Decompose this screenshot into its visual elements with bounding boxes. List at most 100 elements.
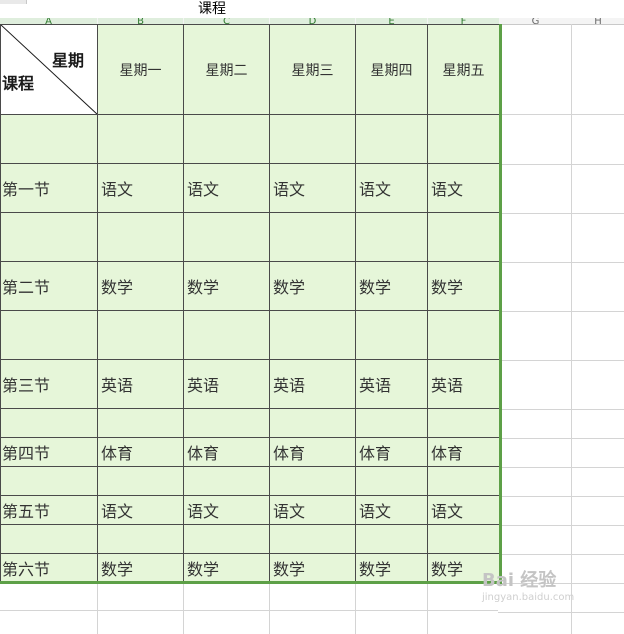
empty-cell[interactable]	[0, 524, 98, 554]
subject-cell[interactable]: 语文	[183, 163, 270, 213]
subject-cell[interactable]: 数学	[183, 261, 270, 311]
empty-cell[interactable]	[355, 310, 428, 360]
empty-cell[interactable]	[427, 212, 501, 262]
day-header-wed[interactable]: 星期三	[269, 24, 356, 115]
subject-cell[interactable]: 体育	[427, 437, 501, 467]
lesson-label[interactable]: 第四节	[0, 437, 98, 467]
empty-cell[interactable]	[97, 524, 184, 554]
spacer-row	[0, 408, 501, 438]
empty-cell[interactable]	[269, 310, 356, 360]
corner-cell[interactable]: 星期 课程	[0, 24, 98, 115]
subject-cell[interactable]: 数学	[183, 553, 270, 583]
empty-cell[interactable]	[0, 212, 98, 262]
lesson-row-5: 第五节 语文 语文 语文 语文 语文	[0, 495, 501, 525]
lesson-label[interactable]: 第一节	[0, 163, 98, 213]
subject-cell[interactable]: 语文	[97, 163, 184, 213]
empty-cell[interactable]	[427, 310, 501, 360]
grid-line	[498, 114, 624, 115]
empty-cell[interactable]	[355, 466, 428, 496]
empty-cell[interactable]	[355, 408, 428, 438]
subject-cell[interactable]: 语文	[355, 163, 428, 213]
subject-cell[interactable]: 语文	[183, 495, 270, 525]
empty-cell[interactable]	[427, 524, 501, 554]
empty-cell[interactable]	[0, 408, 98, 438]
empty-cell[interactable]	[183, 114, 270, 164]
watermark-logo: Bai 经验 jingyan.baidu.com	[482, 566, 574, 603]
subject-cell[interactable]: 体育	[183, 437, 270, 467]
grid-line	[355, 584, 356, 634]
subject-cell[interactable]: 体育	[97, 437, 184, 467]
empty-cell[interactable]	[355, 114, 428, 164]
subject-cell[interactable]: 数学	[355, 261, 428, 311]
empty-cell[interactable]	[269, 212, 356, 262]
empty-cell[interactable]	[97, 408, 184, 438]
column-header-h[interactable]: H	[572, 18, 624, 24]
lesson-label[interactable]: 第六节	[0, 553, 98, 583]
subject-cell[interactable]: 数学	[269, 553, 356, 583]
subject-cell[interactable]: 数学	[355, 553, 428, 583]
subject-cell[interactable]: 英语	[183, 359, 270, 409]
empty-cell[interactable]	[269, 466, 356, 496]
empty-cell[interactable]	[427, 466, 501, 496]
lesson-label[interactable]: 第五节	[0, 495, 98, 525]
subject-cell[interactable]: 语文	[427, 495, 501, 525]
subject-cell[interactable]: 英语	[269, 359, 356, 409]
subject-cell[interactable]: 英语	[97, 359, 184, 409]
empty-cell[interactable]	[97, 310, 184, 360]
grid-line	[498, 409, 624, 410]
corner-day-label: 星期	[51, 51, 84, 70]
grid-line	[498, 164, 624, 165]
grid-line	[498, 612, 624, 613]
empty-cell[interactable]	[0, 466, 98, 496]
name-box[interactable]	[0, 0, 27, 4]
day-header-thu[interactable]: 星期四	[355, 24, 428, 115]
empty-cell[interactable]	[269, 408, 356, 438]
empty-cell[interactable]	[97, 114, 184, 164]
empty-cell[interactable]	[0, 310, 98, 360]
empty-cell[interactable]	[269, 114, 356, 164]
lesson-row-6: 第六节 数学 数学 数学 数学 数学	[0, 553, 501, 583]
subject-cell[interactable]: 英语	[355, 359, 428, 409]
empty-cell[interactable]	[183, 466, 270, 496]
grid-line	[183, 584, 184, 634]
day-header-tue[interactable]: 星期二	[183, 24, 270, 115]
spacer-row	[0, 114, 501, 164]
empty-cell[interactable]	[183, 524, 270, 554]
grid-line	[498, 554, 624, 555]
subject-cell[interactable]: 语文	[269, 163, 356, 213]
subject-cell[interactable]: 数学	[97, 261, 184, 311]
formula-bar[interactable]: 课程	[186, 0, 624, 18]
subject-cell[interactable]: 语文	[427, 163, 501, 213]
empty-cell[interactable]	[183, 212, 270, 262]
empty-cell[interactable]	[97, 212, 184, 262]
empty-cell[interactable]	[97, 466, 184, 496]
lesson-label[interactable]: 第三节	[0, 359, 98, 409]
empty-cell[interactable]	[355, 212, 428, 262]
spacer-row	[0, 466, 501, 496]
subject-cell[interactable]: 数学	[97, 553, 184, 583]
empty-cell[interactable]	[427, 114, 501, 164]
subject-cell[interactable]: 英语	[427, 359, 501, 409]
subject-cell[interactable]: 体育	[269, 437, 356, 467]
empty-cell[interactable]	[183, 408, 270, 438]
lesson-label[interactable]: 第二节	[0, 261, 98, 311]
spacer-row	[0, 310, 501, 360]
column-header-g[interactable]: G	[500, 18, 571, 24]
empty-cell[interactable]	[355, 524, 428, 554]
subject-cell[interactable]: 语文	[97, 495, 184, 525]
header-row: 星期 课程 星期一 星期二 星期三 星期四 星期五	[0, 24, 501, 115]
grid-line	[498, 467, 624, 468]
empty-cell[interactable]	[269, 524, 356, 554]
subject-cell[interactable]: 语文	[269, 495, 356, 525]
subject-cell[interactable]: 数学	[269, 261, 356, 311]
subject-cell[interactable]: 数学	[427, 261, 501, 311]
day-header-mon[interactable]: 星期一	[97, 24, 184, 115]
empty-cell[interactable]	[427, 408, 501, 438]
empty-cell[interactable]	[183, 310, 270, 360]
grid-line	[427, 584, 428, 634]
spacer-row	[0, 212, 501, 262]
subject-cell[interactable]: 体育	[355, 437, 428, 467]
empty-cell[interactable]	[0, 114, 98, 164]
subject-cell[interactable]: 语文	[355, 495, 428, 525]
day-header-fri[interactable]: 星期五	[427, 24, 501, 115]
